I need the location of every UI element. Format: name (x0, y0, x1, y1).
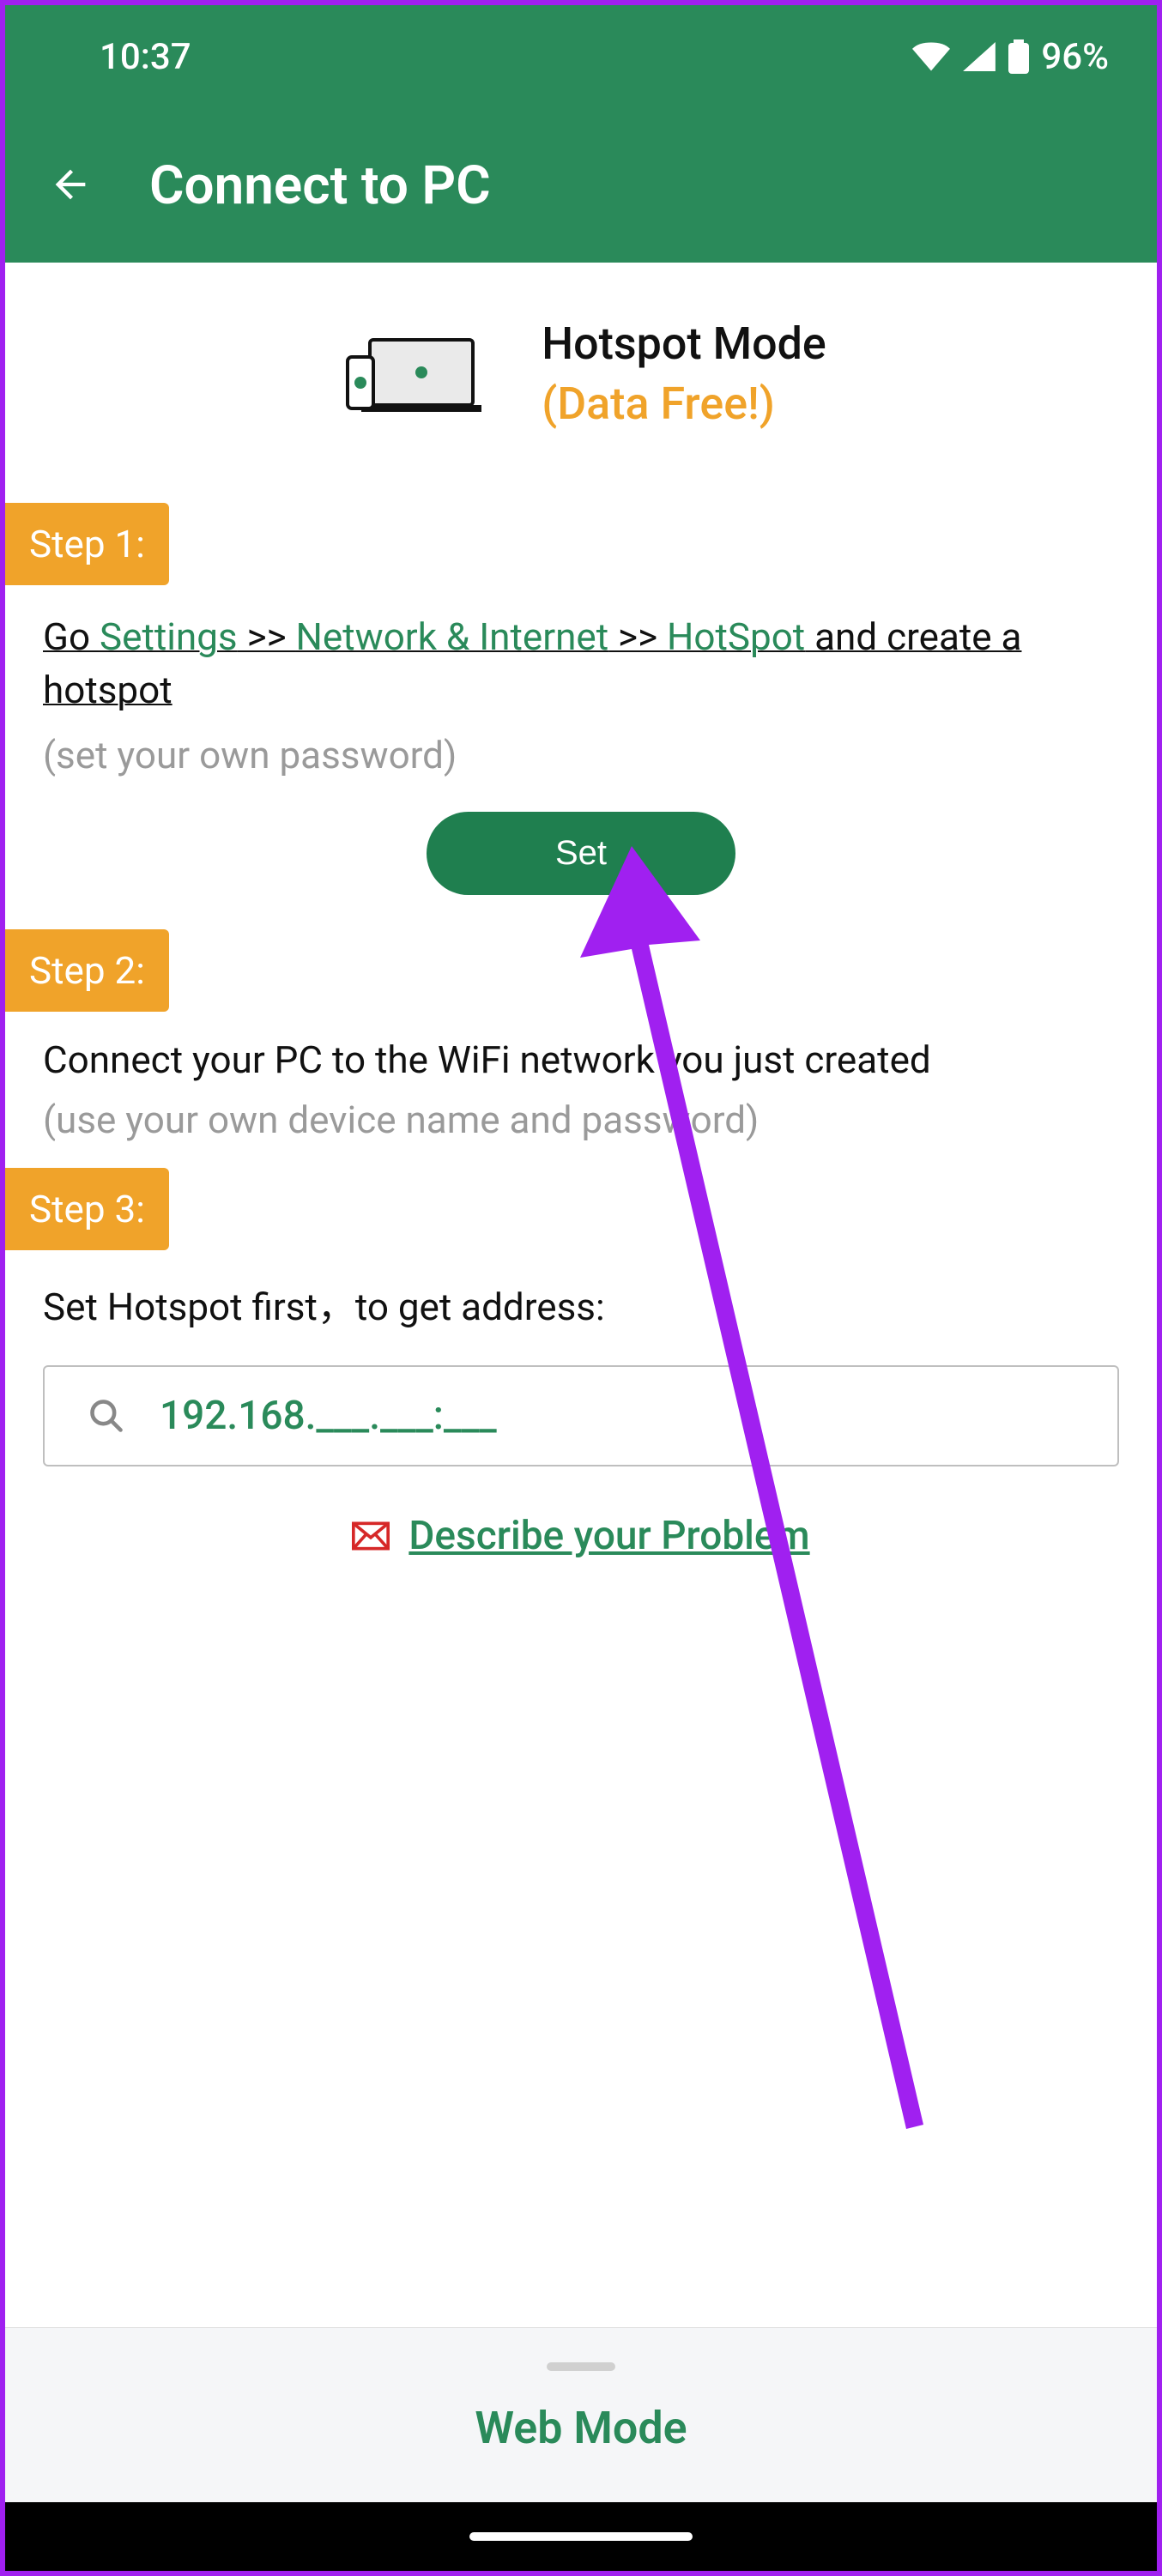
battery-percent: 96% (1041, 36, 1109, 78)
step-3: Step 3: Set Hotspot first，to get address… (5, 1168, 1157, 1559)
hero-title: Hotspot Mode (542, 314, 826, 374)
system-nav-bar (5, 2502, 1157, 2571)
step-2-subtext: (use your own device name and password) (43, 1098, 1119, 1142)
status-icons: 96% (912, 36, 1109, 78)
describe-problem-link[interactable]: Describe your Problem (409, 1513, 809, 1559)
step-1-subtext: (set your own password) (43, 733, 1119, 777)
problem-row: Describe your Problem (5, 1513, 1157, 1559)
web-mode-panel[interactable]: Web Mode (5, 2327, 1157, 2502)
signal-icon (962, 42, 996, 71)
hero: Hotspot Mode (Data Free!) (5, 263, 1157, 503)
hotspot-link[interactable]: HotSpot (667, 614, 805, 659)
arrow-left-icon (48, 162, 93, 207)
back-button[interactable] (39, 154, 101, 218)
step-3-badge: Step 3: (5, 1168, 169, 1250)
ip-address-placeholder: 192.168.___.___:___ (160, 1393, 497, 1439)
wifi-icon (912, 42, 950, 71)
status-bar: 10:37 96% (5, 5, 1157, 108)
step-1-instruction[interactable]: Go Settings >> Network & Internet >> Hot… (43, 611, 1119, 717)
mail-icon (352, 1521, 390, 1551)
step-3-instruction: Set Hotspot first，to get address: (43, 1276, 1119, 1331)
set-button[interactable]: Set (427, 812, 735, 895)
home-indicator[interactable] (469, 2532, 693, 2541)
step-2-badge: Step 2: (5, 929, 169, 1012)
battery-icon (1008, 39, 1029, 74)
address-box[interactable]: 192.168.___.___:___ (43, 1365, 1119, 1466)
search-icon (88, 1397, 125, 1435)
settings-link[interactable]: Settings (100, 614, 238, 659)
step-1-badge: Step 1: (5, 503, 169, 585)
app-bar: Connect to PC (5, 108, 1157, 263)
hero-subtitle: (Data Free!) (542, 374, 826, 434)
page-title: Connect to PC (149, 154, 491, 217)
network-internet-link[interactable]: Network & Internet (296, 614, 609, 659)
step-2: Step 2: Connect your PC to the WiFi netw… (5, 929, 1157, 1142)
status-time: 10:37 (100, 36, 191, 78)
step-2-instruction: Connect your PC to the WiFi network you … (43, 1037, 1119, 1082)
step-1: Step 1: Go Settings >> Network & Interne… (5, 503, 1157, 928)
drag-handle-icon[interactable] (547, 2362, 615, 2371)
device-illustration-icon (336, 331, 481, 417)
web-mode-label: Web Mode (5, 2402, 1157, 2454)
main-content: Hotspot Mode (Data Free!) Step 1: Go Set… (5, 263, 1157, 2571)
